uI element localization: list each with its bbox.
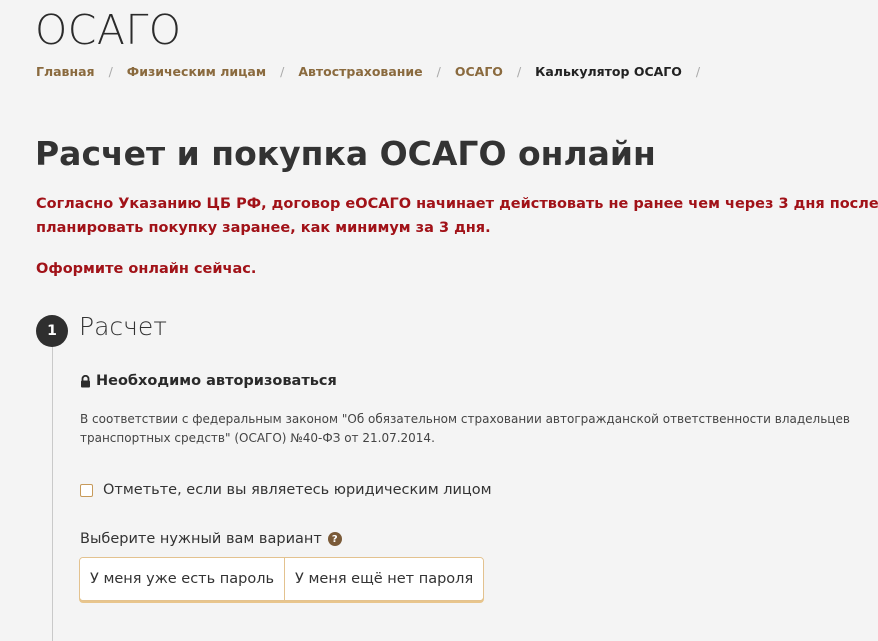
- page-heading: Расчет и покупка ОСАГО онлайн: [35, 134, 656, 173]
- breadcrumb-osago[interactable]: ОСАГО: [455, 64, 503, 79]
- cbr-notice: Согласно Указанию ЦБ РФ, договор еОСАГО …: [36, 192, 878, 240]
- password-option-group: У меня уже есть пароль У меня ещё нет па…: [79, 557, 485, 601]
- help-icon[interactable]: ?: [327, 532, 342, 546]
- cta-text: Оформите онлайн сейчас.: [36, 261, 257, 277]
- legal-entity-checkbox[interactable]: [80, 483, 93, 497]
- breadcrumb-separator: /: [280, 63, 285, 79]
- notice-line-1: Согласно Указанию ЦБ РФ, договор еОСАГО …: [36, 196, 878, 212]
- no-password-button[interactable]: У меня ещё нет пароля: [284, 558, 484, 600]
- breadcrumb-individuals[interactable]: Физическим лицам: [127, 64, 266, 79]
- step-timeline-line: [52, 346, 53, 641]
- breadcrumb-separator: /: [695, 63, 701, 79]
- breadcrumb-home[interactable]: Главная: [36, 64, 95, 79]
- lock-icon: [81, 374, 90, 387]
- choose-option-label: Выберите нужный вам вариант ?: [80, 531, 342, 547]
- auth-required: Необходимо авторизоваться: [80, 373, 337, 389]
- law-reference: В соответствии с федеральным законом "Об…: [80, 412, 850, 445]
- site-title: ОСАГО: [35, 6, 182, 54]
- breadcrumb: Главная / Физическим лицам / Автострахов…: [36, 62, 714, 80]
- choose-option-text: Выберите нужный вам вариант: [80, 531, 322, 547]
- legal-entity-checkbox-row[interactable]: Отметьте, если вы являетесь юридическим …: [80, 482, 492, 498]
- breadcrumb-auto-insurance[interactable]: Автострахование: [298, 64, 422, 79]
- page: ОСАГО Главная / Физическим лицам / Автос…: [0, 0, 878, 641]
- auth-title: Необходимо авторизоваться: [96, 373, 337, 389]
- notice-line-2: планировать покупку заранее, как минимум…: [36, 220, 491, 236]
- breadcrumb-separator: /: [436, 63, 441, 79]
- have-password-button[interactable]: У меня уже есть пароль: [80, 558, 285, 600]
- legal-entity-label: Отметьте, если вы являетесь юридическим …: [103, 482, 492, 498]
- breadcrumb-separator: /: [516, 63, 522, 79]
- breadcrumb-separator: /: [108, 63, 113, 79]
- step-number-badge: 1: [36, 315, 68, 347]
- step-title: Расчет: [79, 312, 168, 341]
- breadcrumb-current: Калькулятор ОСАГО: [535, 63, 682, 79]
